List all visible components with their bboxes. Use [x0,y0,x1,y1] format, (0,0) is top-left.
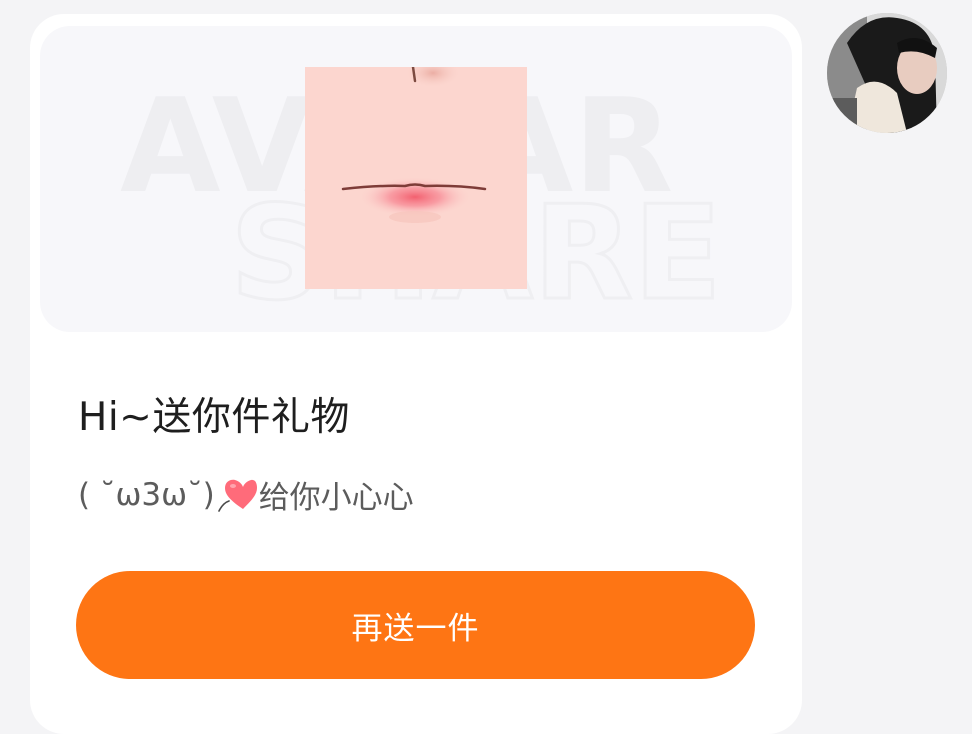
send-again-button-label: 再送一件 [351,610,480,647]
gift-message-card: AVATAR SHARE Hi~送你件礼物 [30,14,802,734]
gift-lips-image [305,67,527,289]
subtitle-text: 给你小心心 [258,480,414,516]
gift-title: Hi~送你件礼物 [78,395,350,440]
subtitle-emoticon: ( ˘ω3ω˘) [78,476,215,513]
avatar-photo [827,13,947,133]
user-avatar[interactable] [827,13,947,133]
send-again-button[interactable]: 再送一件 [76,571,755,679]
gift-subtitle: ( ˘ω3ω˘) 给你小心心 [78,472,414,517]
heart-icon [217,479,257,512]
gift-preview-area[interactable]: AVATAR SHARE [40,26,792,332]
